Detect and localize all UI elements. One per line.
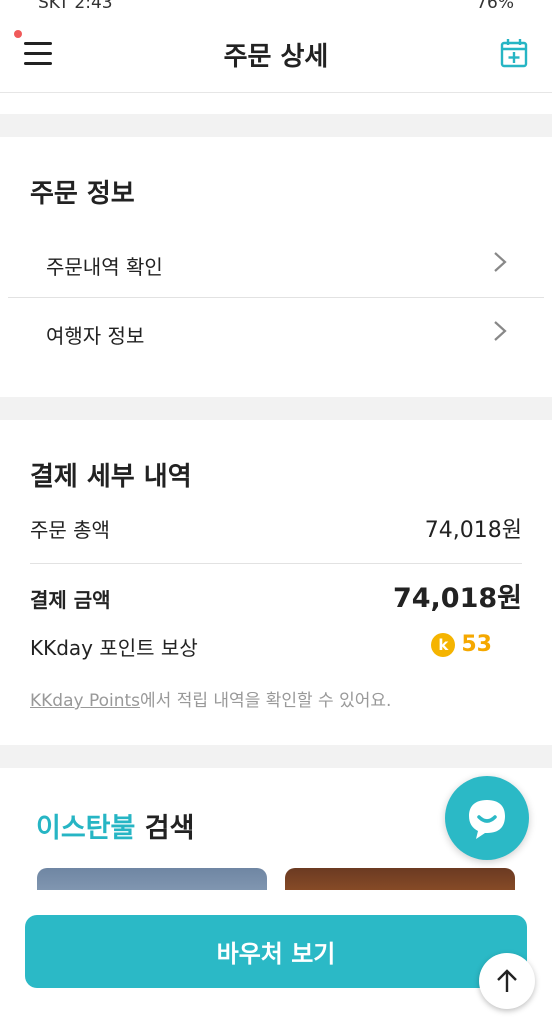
- points-reward-label: KKday 포인트 보상: [30, 636, 198, 660]
- header-spacer: [0, 93, 552, 114]
- page-title: 주문 상세: [223, 42, 329, 72]
- chat-icon: [469, 800, 505, 839]
- payment-title: 결제 세부 내역: [30, 462, 192, 492]
- chevron-right-icon: [494, 252, 507, 272]
- arrow-up-icon: [497, 969, 517, 992]
- order-history-label: 주문내역 확인: [46, 255, 163, 279]
- search-suffix: 검색: [135, 813, 195, 844]
- bottom-action-bar: 바우처 보기: [0, 890, 552, 1024]
- paid-amount-value: 74,018원: [392, 583, 522, 614]
- status-battery: 76%: [476, 0, 514, 13]
- top-app-bar: 주문 상세: [0, 14, 552, 93]
- city-name[interactable]: 이스탄불: [36, 813, 135, 844]
- calendar-add-icon[interactable]: [500, 38, 528, 68]
- order-info-card: 주문 정보 주문내역 확인 여행자 정보: [0, 137, 552, 397]
- order-total-value: 74,018원: [424, 518, 522, 543]
- points-reward: k 53: [431, 632, 492, 657]
- order-total-row: 주문 총액 74,018원: [30, 508, 522, 548]
- view-voucher-button[interactable]: 바우처 보기: [25, 915, 527, 988]
- traveler-info-label: 여행자 정보: [46, 324, 145, 348]
- order-info-title: 주문 정보: [30, 179, 135, 209]
- paid-amount-row: 결제 금액 74,018원: [30, 578, 522, 618]
- payment-details-card: 결제 세부 내역 주문 총액 74,018원 결제 금액 74,018원 KKd…: [0, 420, 552, 745]
- traveler-info-row[interactable]: 여행자 정보: [8, 298, 544, 366]
- points-reward-row: KKday 포인트 보상 k 53: [30, 626, 522, 666]
- k-coin-icon: k: [431, 632, 456, 657]
- scroll-top-button[interactable]: [479, 953, 535, 1009]
- city-search-title: 이스탄불 검색: [36, 806, 194, 845]
- chat-button[interactable]: [445, 776, 529, 860]
- kkday-points-link[interactable]: KKday Points: [30, 691, 140, 711]
- order-history-row[interactable]: 주문내역 확인: [8, 229, 544, 297]
- chevron-right-icon: [494, 321, 507, 341]
- status-carrier-time: SKT 2:43: [38, 0, 113, 13]
- status-bar: SKT 2:43 76%: [0, 0, 552, 14]
- points-note-text: 에서 적립 내역을 확인할 수 있어요.: [140, 691, 392, 711]
- payment-divider: [30, 563, 522, 564]
- points-note: KKday Points에서 적립 내역을 확인할 수 있어요.: [30, 686, 391, 711]
- paid-amount-label: 결제 금액: [30, 588, 111, 612]
- points-value: 53: [461, 632, 492, 657]
- order-total-label: 주문 총액: [30, 518, 110, 542]
